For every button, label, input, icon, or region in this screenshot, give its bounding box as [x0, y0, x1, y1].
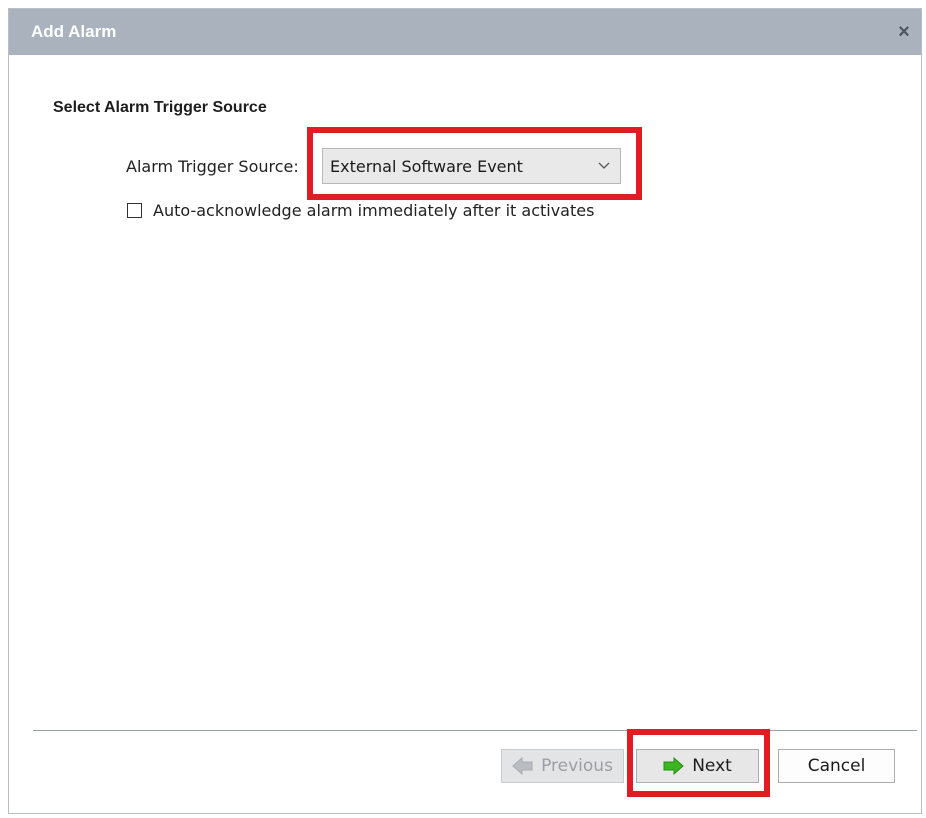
alarm-trigger-source-label: Alarm Trigger Source:: [126, 157, 299, 176]
arrow-right-icon: [663, 757, 684, 775]
cancel-label: Cancel: [807, 756, 866, 776]
auto-acknowledge-option[interactable]: Auto-acknowledge alarm immediately after…: [127, 198, 594, 222]
auto-acknowledge-checkbox[interactable]: [127, 202, 142, 218]
auto-acknowledge-label: Auto-acknowledge alarm immediately after…: [153, 200, 595, 220]
section-heading: Select Alarm Trigger Source: [53, 99, 267, 116]
previous-button[interactable]: Previous: [501, 749, 624, 783]
next-button[interactable]: Next: [636, 749, 759, 783]
cancel-button[interactable]: Cancel: [778, 749, 895, 783]
dropdown-selected-value: External Software Event: [330, 157, 523, 176]
footer-divider: [33, 730, 917, 731]
dialog-title: Add Alarm: [31, 22, 117, 41]
chevron-down-icon: [598, 162, 610, 169]
add-alarm-dialog: Add Alarm × Select Alarm Trigger Source …: [8, 8, 922, 814]
title-bar: Add Alarm ×: [9, 9, 921, 55]
previous-label: Previous: [541, 756, 613, 776]
next-label: Next: [692, 756, 732, 776]
alarm-trigger-source-dropdown[interactable]: External Software Event: [322, 148, 621, 184]
close-icon[interactable]: ×: [893, 21, 915, 43]
arrow-left-icon: [512, 757, 533, 775]
